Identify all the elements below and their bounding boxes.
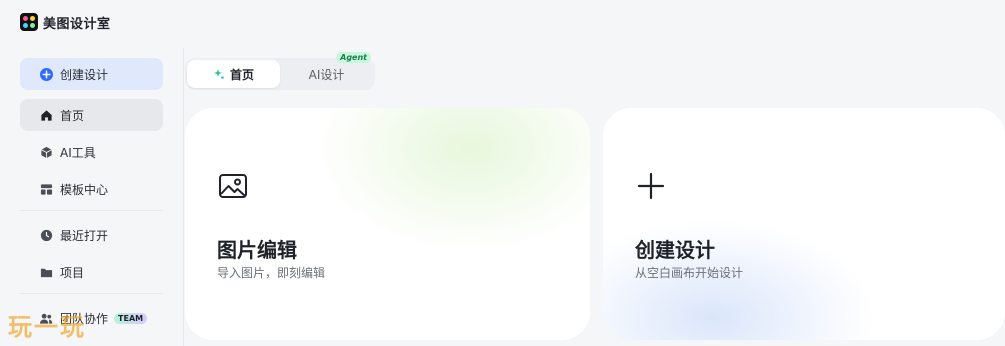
image-edit-card[interactable]: 图片编辑 导入图片，即刻编辑 [185,108,590,340]
home-icon [39,108,53,122]
tab-label: AI设计 [308,67,345,82]
template-icon [39,182,53,196]
team-badge: TEAM [114,312,148,324]
top-bar: 美图设计室 [0,0,1005,44]
card-title: 创建设计 [635,238,715,262]
create-design-button[interactable]: 创建设计 [20,58,163,90]
tab-ai-design[interactable]: AI设计 Agent [280,52,373,88]
sidebar-item-label: 模板中心 [60,182,109,197]
sparkle-icon [213,68,225,80]
sidebar-item-label: AI工具 [60,145,96,160]
sidebar-item-label: 项目 [60,265,85,280]
tab-label: 首页 [229,67,254,82]
tab-home[interactable]: 首页 [187,60,280,88]
sidebar-divider [20,210,163,211]
plus-circle-icon [39,67,53,81]
card-subtitle: 导入图片，即刻编辑 [217,266,326,280]
sidebar-item-projects[interactable]: 项目 [20,256,163,288]
plus-icon [635,170,667,202]
sidebar-divider [20,293,163,294]
sidebar-item-templates[interactable]: 模板中心 [20,173,163,205]
card-subtitle: 从空白画布开始设计 [635,266,744,280]
sidebar-item-label: 首页 [60,108,85,123]
agent-tag: Agent [336,52,371,63]
sidebar-item-label: 最近打开 [60,228,109,243]
sidebar-item-home[interactable]: 首页 [20,99,163,131]
clock-icon [39,228,53,242]
create-design-card[interactable]: 创建设计 从空白画布开始设计 [603,108,1005,340]
sidebar-item-recent[interactable]: 最近打开 [20,219,163,251]
app-title[interactable]: 美图设计室 [43,13,111,32]
watermark: 玩一玩 [8,312,86,341]
mode-tabs: 首页 AI设计 Agent [185,52,375,90]
logo-icon[interactable] [20,13,38,31]
folder-icon [39,265,53,279]
cube-icon [39,145,53,159]
create-design-label: 创建设计 [60,67,109,82]
sidebar: 创建设计 首页 AI工具 模板中心 最近打开 项目 团队协作 TEAM [0,48,184,346]
image-icon [217,170,249,202]
sidebar-item-ai-tools[interactable]: AI工具 [20,136,163,168]
card-title: 图片编辑 [217,238,297,262]
